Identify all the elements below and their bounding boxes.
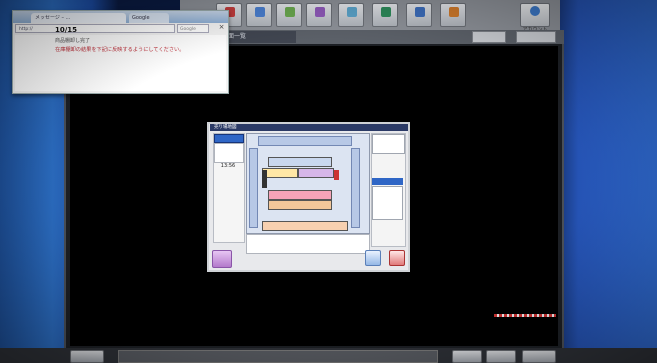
preview-date — [214, 143, 244, 163]
bottom-button-3[interactable] — [486, 350, 516, 363]
toolbar-icon-5 — [347, 7, 357, 17]
shelf-1[interactable] — [268, 157, 332, 167]
preview-blue-button[interactable] — [365, 250, 381, 266]
progress-strip — [494, 314, 556, 317]
bottom-button-2[interactable] — [452, 350, 482, 363]
toolbar-button-3[interactable] — [276, 3, 302, 27]
shelf-2[interactable] — [262, 168, 298, 178]
message-title: 10/15 — [55, 26, 78, 34]
shelf-6[interactable] — [262, 221, 348, 231]
preview-alert-box — [372, 134, 405, 154]
preview-left-button[interactable] — [214, 134, 244, 143]
preview-red-button[interactable] — [389, 250, 405, 266]
toolbar-icon-2 — [255, 7, 265, 17]
message-body: 在庫棚卸の結果を下記に反映するようにしてください。 — [55, 47, 185, 53]
sub-button-2[interactable] — [516, 31, 556, 43]
preview-purple-button[interactable] — [212, 250, 232, 268]
close-icon[interactable]: × — [217, 23, 226, 32]
toolbar-button-2[interactable] — [246, 3, 272, 27]
preview-title: 売り場地図 — [210, 124, 408, 131]
map-aisle-left — [249, 148, 258, 228]
person-icon — [334, 170, 339, 180]
preview-instruction — [246, 234, 370, 254]
toolbar-icon-7 — [415, 7, 425, 17]
user-icon — [530, 6, 540, 16]
browser-tab-active[interactable]: メッセージ – ... — [31, 13, 126, 23]
bottom-button-1[interactable] — [70, 350, 104, 363]
message-subtitle: 商品棚卸し完了 — [55, 38, 91, 44]
person-icon — [262, 170, 267, 188]
toolbar-button-4[interactable] — [306, 3, 332, 27]
search-box[interactable]: Google — [177, 24, 209, 33]
bottom-status-field — [118, 350, 438, 363]
shelf-3[interactable] — [298, 168, 334, 178]
browser-content — [15, 35, 226, 91]
toolbar-icon-4 — [315, 7, 325, 17]
map-aisle-right — [351, 148, 360, 228]
toolbar-icon-3 — [285, 7, 295, 17]
shelf-5[interactable] — [268, 200, 332, 210]
toolbar-button-7[interactable] — [406, 3, 432, 27]
account-button[interactable]: アカウント — [520, 3, 550, 33]
address-bar[interactable]: http:// — [15, 24, 175, 33]
toolbar-button-8[interactable] — [440, 3, 466, 27]
bottom-button-4[interactable] — [522, 350, 556, 363]
map-aisle-top — [258, 136, 352, 146]
shelf-4[interactable] — [268, 190, 332, 200]
toolbar-button-5[interactable] — [338, 3, 364, 27]
toolbar-icon-8 — [449, 7, 459, 17]
browser-tab-2[interactable]: Google — [129, 13, 169, 23]
preview-right-list — [372, 186, 403, 220]
sub-button-1[interactable] — [472, 31, 506, 43]
preview-time: 13:56 — [220, 163, 236, 169]
preview-right-header — [372, 178, 403, 185]
toolbar-icon-6 — [381, 7, 391, 17]
toolbar-button-6[interactable] — [372, 3, 398, 27]
